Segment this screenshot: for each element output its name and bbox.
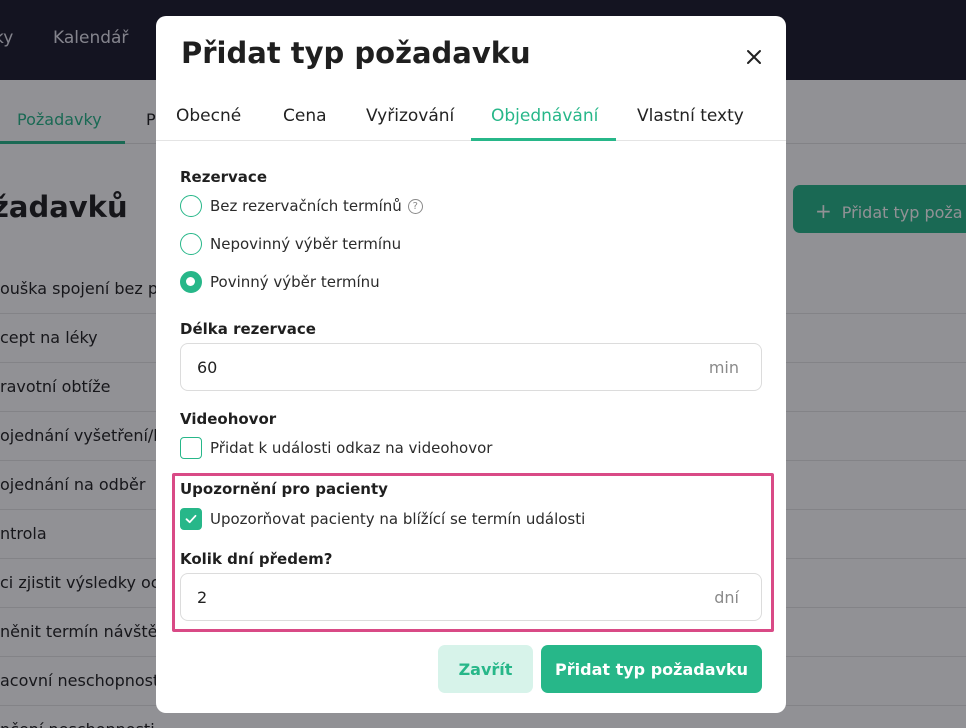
- tab-general[interactable]: Obecné: [176, 106, 241, 126]
- radio-button[interactable]: [180, 195, 202, 217]
- radio-optional-slot[interactable]: Nepovinný výběr termínu: [180, 232, 401, 256]
- tab-handling[interactable]: Vyřizování: [366, 106, 454, 126]
- days-before-input[interactable]: 2 dní: [180, 573, 762, 621]
- duration-label: Délka rezervace: [180, 320, 316, 338]
- radio-button-selected[interactable]: [180, 271, 202, 293]
- tab-price[interactable]: Cena: [283, 106, 327, 126]
- radio-required-slot[interactable]: Povinný výběr termínu: [180, 270, 380, 294]
- submit-add-request-type-button[interactable]: Přidat typ požadavku: [541, 645, 762, 693]
- close-button[interactable]: [742, 45, 766, 69]
- radio-label: Nepovinný výběr termínu: [210, 235, 402, 253]
- add-request-type-dialog: Přidat typ požadavku Obecné Cena Vyřizov…: [156, 16, 786, 713]
- notify-checkbox[interactable]: [180, 508, 202, 530]
- days-before-label: Kolik dní předem?: [180, 550, 333, 568]
- help-icon[interactable]: ?: [407, 198, 423, 214]
- close-dialog-button[interactable]: Zavřít: [438, 645, 533, 693]
- dialog-tabs: Obecné Cena Vyřizování Objednávání Vlast…: [156, 100, 786, 141]
- reservation-label: Rezervace: [180, 168, 267, 186]
- tab-ordering[interactable]: Objednávání: [491, 106, 598, 126]
- active-tab-indicator: [471, 138, 616, 141]
- video-call-checkbox[interactable]: [180, 437, 202, 459]
- close-icon: [747, 50, 761, 64]
- radio-button[interactable]: [180, 233, 202, 255]
- notify-checkbox-label: Upozorňovat pacienty na blížící se termí…: [210, 510, 586, 528]
- dialog-title: Přidat typ požadavku: [181, 36, 531, 70]
- video-call-checkbox-row[interactable]: Přidat k události odkaz na videohovor: [180, 437, 492, 459]
- duration-value: 60: [197, 358, 218, 377]
- tab-custom-texts[interactable]: Vlastní texty: [637, 106, 744, 126]
- video-call-label: Videohovor: [180, 410, 277, 428]
- radio-label: Povinný výběr termínu: [210, 273, 380, 291]
- video-call-checkbox-label: Přidat k události odkaz na videohovor: [210, 439, 493, 457]
- duration-unit: min: [708, 358, 739, 377]
- checkmark-icon: [185, 514, 197, 524]
- radio-label: Bez rezervačních termínů: [210, 197, 402, 215]
- days-before-unit: dní: [714, 588, 739, 607]
- patient-notification-label: Upozornění pro pacienty: [180, 480, 388, 498]
- radio-no-reservation[interactable]: Bez rezervačních termínů ?: [180, 194, 423, 218]
- notify-checkbox-row[interactable]: Upozorňovat pacienty na blížící se termí…: [180, 508, 585, 530]
- days-before-value: 2: [197, 588, 208, 607]
- duration-input[interactable]: 60 min: [180, 343, 762, 391]
